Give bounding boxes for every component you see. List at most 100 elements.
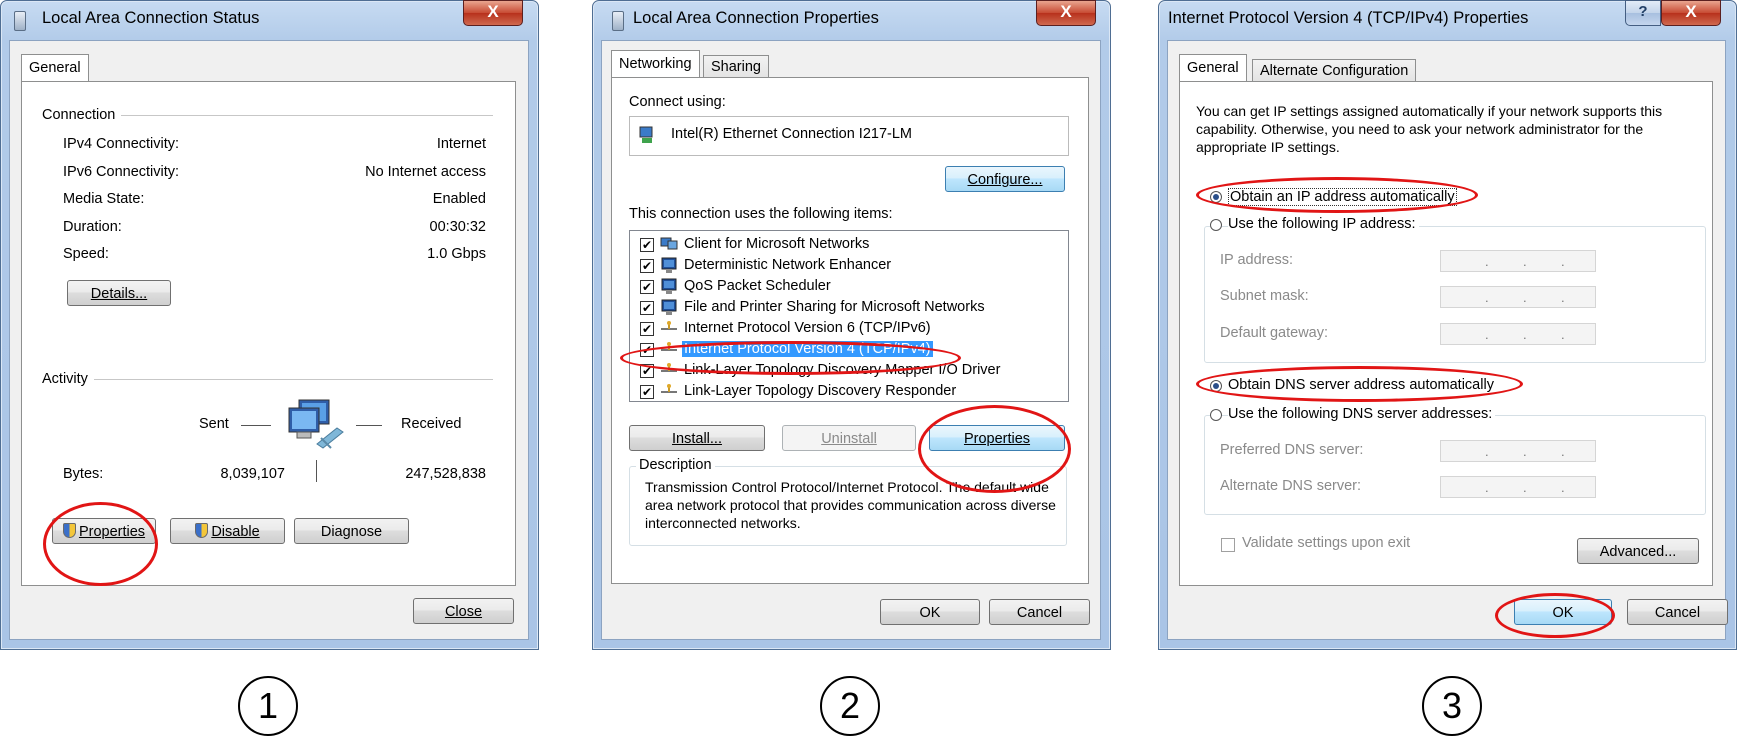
ip-dot: . [1561,444,1565,459]
tab-general[interactable]: General [21,54,89,82]
item-label: QoS Packet Scheduler [684,278,831,294]
use-following-ip-radio[interactable] [1210,219,1222,231]
sent-line [241,425,271,426]
highlight-properties-button-1 [43,502,158,586]
item-checkbox[interactable]: ✔ [640,259,654,273]
help-icon[interactable]: ? [1625,0,1661,26]
highlight-ipv4-item [620,341,961,375]
bytes-received-value: 247,528,838 [405,466,486,482]
step-number-1: 1 [238,676,298,736]
ipv4-connectivity-label: IPv4 Connectivity: [63,136,180,152]
diagnose-button[interactable]: Diagnose [294,518,409,544]
received-label: Received [401,416,462,432]
ipv6-connectivity-label: IPv6 Connectivity: [63,164,180,180]
ip-dot: . [1561,254,1565,269]
ip-dot: . [1485,290,1489,305]
adapter-name: Intel(R) Ethernet Connection I217-LM [671,126,912,142]
preferred-dns-field: ... [1440,440,1596,462]
item-label: Client for Microsoft Networks [684,236,870,252]
highlight-properties-button-2 [918,405,1071,493]
step-number-3: 3 [1422,676,1482,736]
advanced-button[interactable]: Advanced... [1577,538,1699,564]
ip-dot: . [1561,290,1565,305]
network-card-icon [639,126,655,144]
step-number-2: 2 [820,676,880,736]
list-item[interactable]: ✔ QoS Packet Scheduler [630,277,1068,298]
item-checkbox[interactable]: ✔ [640,385,654,399]
tab-sharing[interactable]: Sharing [703,55,769,78]
cancel-button[interactable]: Cancel [1627,599,1728,625]
connection-group-label: Connection [42,107,122,123]
list-item[interactable]: ✔ Internet Protocol Version 6 (TCP/IPv6) [630,319,1068,340]
item-checkbox[interactable]: ✔ [640,301,654,315]
ip-dot: . [1523,480,1527,495]
adapter-box: Intel(R) Ethernet Connection I217-LM [629,116,1069,156]
close-icon[interactable]: X [1036,0,1096,26]
ip-dot: . [1485,480,1489,495]
ip-dot: . [1523,290,1527,305]
tcpipv4-dialog-title: Internet Protocol Version 4 (TCP/IPv4) P… [1168,9,1529,27]
ipv4-connectivity-value: Internet [436,136,486,152]
ip-dot: . [1485,327,1489,342]
subnet-mask-field: ... [1440,286,1596,308]
tcpipv4-dialog-body: General Alternate Configuration You can … [1167,40,1728,640]
ip-dot: . [1485,254,1489,269]
subnet-mask-label: Subnet mask: [1220,288,1309,304]
tab-alternate-configuration[interactable]: Alternate Configuration [1252,59,1417,82]
disable-button[interactable]: Disable [170,518,285,544]
list-item[interactable]: ✔ Link-Layer Topology Discovery Responder [630,382,1068,401]
tab-networking[interactable]: Networking [611,50,700,78]
use-following-dns-label[interactable]: Use the following DNS server addresses: [1228,406,1496,422]
speed-value: 1.0 Gbps [427,246,486,262]
close-icon[interactable]: X [463,0,523,26]
connect-using-label: Connect using: [629,94,726,110]
protocol-icon [660,320,678,338]
validate-checkbox [1221,538,1235,552]
ok-button[interactable]: OK [880,599,980,625]
properties-dialog-title: Local Area Connection Properties [633,9,879,27]
static-dns-group [1204,415,1706,515]
details-button[interactable]: Details... [67,280,171,306]
cancel-button[interactable]: Cancel [989,599,1090,625]
list-item[interactable]: ✔ Client for Microsoft Networks [630,235,1068,256]
use-following-ip-label[interactable]: Use the following IP address: [1228,216,1419,232]
item-label: File and Printer Sharing for Microsoft N… [684,299,985,315]
properties-dialog-body: Networking Sharing Connect using: Intel(… [601,40,1101,640]
network-computers-icon [287,398,347,456]
alternate-dns-field: ... [1440,476,1596,498]
install-button[interactable]: Install... [629,425,765,451]
bytes-divider [316,460,317,482]
default-gateway-label: Default gateway: [1220,325,1329,341]
items-list[interactable]: ✔ Client for Microsoft Networks ✔ Determini… [629,230,1069,402]
ip-dot: . [1561,480,1565,495]
network-service-icon [660,299,678,317]
description-group-label: Description [636,457,715,473]
item-checkbox[interactable]: ✔ [640,322,654,336]
activity-group-label: Activity [42,371,94,387]
use-following-dns-radio[interactable] [1210,409,1222,421]
ip-dot: . [1523,254,1527,269]
close-icon[interactable]: X [1661,0,1721,26]
tab-general[interactable]: General [1179,54,1247,82]
network-adapter-icon [14,11,26,31]
item-checkbox[interactable]: ✔ [640,238,654,252]
ipv6-connectivity-value: No Internet access [365,164,486,180]
networking-tab-panel: Connect using: Intel(R) Ethernet Connect… [611,77,1089,584]
close-button[interactable]: Close [413,598,514,624]
ip-address-label: IP address: [1220,252,1294,268]
list-item[interactable]: ✔ File and Printer Sharing for Microsoft … [630,298,1068,319]
list-item[interactable]: ✔ Deterministic Network Enhancer [630,256,1068,277]
general-tab-panel: You can get IP settings assigned automat… [1179,81,1713,586]
highlight-ok-button [1495,593,1615,638]
media-state-label: Media State: [63,191,145,207]
validate-label: Validate settings upon exit [1242,535,1411,551]
bytes-label: Bytes: [63,466,104,482]
media-state-value: Enabled [432,191,486,207]
uac-shield-icon [195,523,209,538]
item-checkbox[interactable]: ✔ [640,280,654,294]
properties-dialog-window: Local Area Connection Properties X Netwo… [592,0,1111,650]
received-line [356,425,382,426]
item-label: Deterministic Network Enhancer [684,257,892,273]
configure-button[interactable]: Configure... [945,166,1065,192]
uninstall-button: Uninstall [782,425,916,451]
